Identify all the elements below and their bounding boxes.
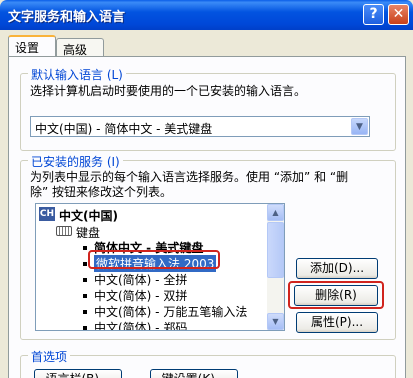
tree-item[interactable]: 中文(简体) - 万能五笔输入法 bbox=[94, 303, 247, 320]
tab-settings-label: 设置 bbox=[15, 41, 40, 55]
bullet-icon bbox=[83, 246, 87, 250]
default-language-label: 默认输入语言 (L) bbox=[28, 66, 126, 83]
properties-button[interactable]: 属性(P)... bbox=[296, 312, 378, 333]
tab-advanced[interactable]: 高级 bbox=[56, 38, 104, 57]
default-language-value: 中文(中国) - 简体中文 - 美式键盘 bbox=[35, 122, 213, 136]
add-button[interactable]: 添加(D)... bbox=[296, 258, 378, 279]
help-button[interactable]: ? bbox=[363, 4, 384, 25]
default-language-description: 选择计算机启动时要使用的一个已安装的输入语言。 bbox=[30, 84, 307, 98]
language-badge-icon: CH bbox=[39, 207, 55, 221]
preferences-label: 首选项 bbox=[28, 348, 71, 365]
close-button[interactable]: ✕ bbox=[388, 4, 409, 25]
tree-item[interactable]: 中文(简体) - 郑码 bbox=[94, 319, 187, 330]
window-title: 文字服务和输入语言 bbox=[8, 10, 126, 25]
keyboard-icon bbox=[56, 226, 72, 236]
tree-item[interactable]: 中文(简体) - 双拼 bbox=[94, 287, 187, 304]
bullet-icon bbox=[83, 262, 87, 266]
scroll-up-icon[interactable]: ▲ bbox=[267, 204, 284, 221]
selected-item-highlight bbox=[88, 250, 220, 269]
tree-scrollbar[interactable]: ▲ ▼ bbox=[267, 204, 284, 330]
bullet-icon bbox=[83, 310, 87, 314]
bullet-icon bbox=[83, 294, 87, 298]
chevron-down-icon[interactable]: ▼ bbox=[351, 118, 368, 135]
language-bar-button[interactable]: 语言栏(B)... bbox=[34, 369, 122, 378]
bullet-icon bbox=[83, 326, 87, 330]
installed-services-description-2: 除” 按钮来修改这个列表。 bbox=[30, 185, 173, 199]
tree-language[interactable]: 中文(中国) bbox=[59, 207, 118, 224]
tab-advanced-label: 高级 bbox=[63, 43, 88, 57]
default-language-select[interactable]: 中文(中国) - 简体中文 - 美式键盘 ▼ bbox=[30, 116, 370, 137]
tree-item[interactable]: 中文(简体) - 全拼 bbox=[94, 271, 187, 288]
scroll-thumb[interactable] bbox=[267, 222, 284, 278]
bullet-icon bbox=[83, 278, 87, 282]
tab-settings[interactable]: 设置 bbox=[8, 35, 56, 57]
key-settings-button[interactable]: 键设置(K)... bbox=[150, 369, 238, 378]
remove-button[interactable]: 删除(R) bbox=[294, 285, 378, 306]
title-bar: 文字服务和输入语言 ? ✕ bbox=[0, 0, 413, 30]
scroll-down-icon[interactable]: ▼ bbox=[267, 313, 284, 330]
